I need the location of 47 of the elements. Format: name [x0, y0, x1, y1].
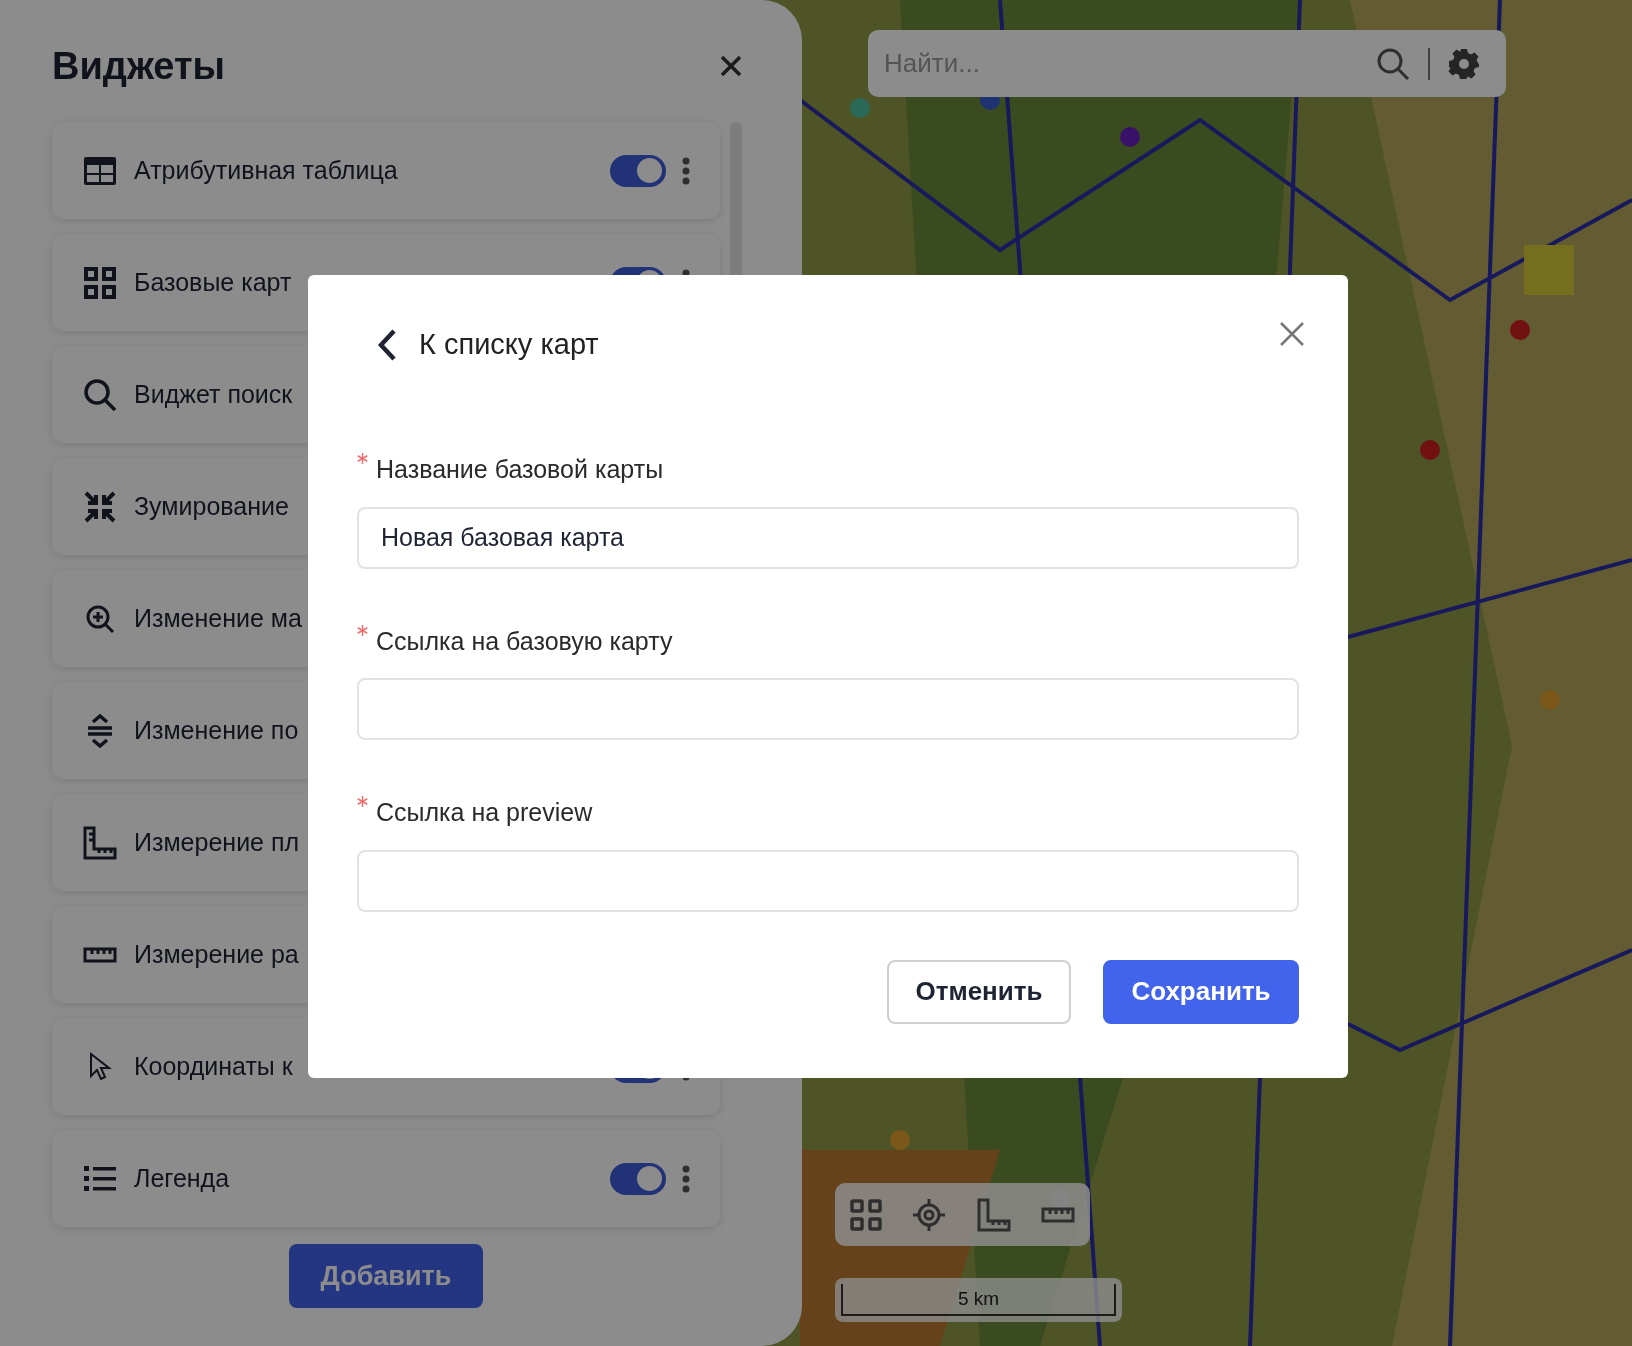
widget-label: Легенда	[134, 1163, 230, 1192]
input-field[interactable]	[357, 849, 1299, 912]
more-icon[interactable]	[682, 156, 690, 185]
widget-item[interactable]: Легенда	[52, 1130, 720, 1227]
back-link[interactable]: К списку карт	[377, 323, 599, 367]
close-icon[interactable]	[1279, 321, 1305, 347]
panel-title: Виджеты	[52, 43, 226, 89]
widget-label: Виджет поиск	[134, 379, 293, 408]
widget-item[interactable]: Атрибутивная таблица	[52, 122, 720, 219]
widget-label: Измерение пл	[134, 827, 300, 856]
ruler-icon	[83, 945, 117, 964]
settings-icon[interactable]	[1448, 47, 1480, 80]
scale-label: 5 km	[957, 1286, 1000, 1311]
widget-label: Изменение ма	[134, 603, 302, 632]
search-icon[interactable]	[1376, 46, 1410, 81]
input-field[interactable]: Новая базовая карта	[357, 506, 1299, 569]
field-label: Ссылка на базовую карту	[376, 625, 673, 657]
field-label: Название базовой карты	[376, 454, 664, 485]
widget-label: Базовые карт	[134, 267, 292, 296]
more-icon[interactable]	[682, 1164, 690, 1193]
search-field[interactable]: Найти...	[884, 30, 1358, 97]
add-button[interactable]: Добавить	[288, 1244, 484, 1308]
search-bar[interactable]: Найти...	[868, 30, 1506, 97]
ruler-icon[interactable]	[1040, 1205, 1075, 1224]
toggle-switch[interactable]	[610, 1162, 666, 1195]
save-button[interactable]: Сохранить	[1103, 959, 1299, 1024]
cursor-icon	[88, 1051, 112, 1082]
widget-label: Изменение по	[134, 715, 299, 744]
vertical-arrows-icon	[85, 713, 115, 748]
cancel-button[interactable]: Отменить	[887, 959, 1071, 1024]
widget-label: Зумирование	[134, 491, 289, 520]
grid-icon[interactable]	[850, 1198, 883, 1231]
chevron-left-icon	[377, 328, 397, 362]
widget-label: Атрибутивная таблица	[134, 155, 398, 184]
zoom-in-icon	[85, 603, 115, 634]
table-icon	[83, 155, 117, 186]
search-icon	[83, 377, 117, 412]
input-field[interactable]	[357, 678, 1299, 740]
list-icon	[83, 1164, 117, 1193]
close-icon[interactable]	[720, 55, 742, 77]
target-icon[interactable]	[912, 1197, 947, 1232]
widget-label: Координаты к	[134, 1051, 293, 1080]
toggle-switch[interactable]	[610, 154, 666, 187]
grid-icon	[83, 265, 117, 300]
compress-arrows-icon	[83, 489, 117, 524]
widget-label: Измерение ра	[134, 939, 299, 968]
field-label: Ссылка на preview	[376, 797, 593, 828]
